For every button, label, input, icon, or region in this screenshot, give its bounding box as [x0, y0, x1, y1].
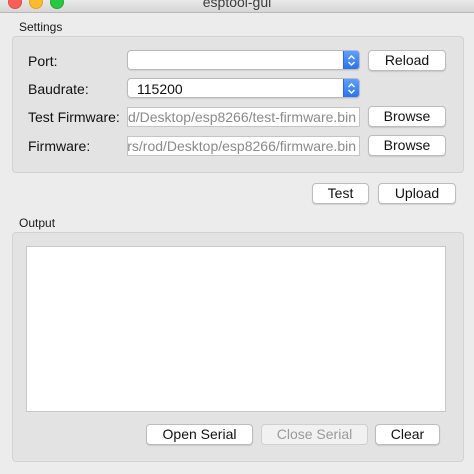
browse-firmware-button[interactable]: Browse [368, 135, 446, 156]
port-label: Port: [28, 53, 58, 69]
output-group-label: Output [19, 216, 56, 230]
baudrate-label: Baudrate: [28, 81, 89, 97]
test-firmware-label: Test Firmware: [28, 109, 120, 125]
close-serial-button[interactable]: Close Serial [261, 424, 368, 445]
firmware-label: Firmware: [28, 138, 91, 154]
open-serial-button[interactable]: Open Serial [146, 424, 253, 445]
reload-button[interactable]: Reload [368, 50, 446, 71]
output-log[interactable] [26, 246, 446, 412]
browse-test-firmware-button[interactable]: Browse [368, 106, 446, 127]
test-button[interactable]: Test [312, 183, 369, 204]
firmware-path-field[interactable]: /Users/rod/Desktop/esp8266/firmware.bin [127, 136, 360, 156]
up-down-chevron-icon [348, 55, 355, 66]
test-firmware-path-field[interactable]: /Users/rod/Desktop/esp8266/test-firmware… [127, 107, 360, 127]
window-title: esptool-gui [202, 0, 272, 10]
test-firmware-path-value: /Users/rod/Desktop/esp8266/test-firmware… [127, 109, 356, 125]
clear-button[interactable]: Clear [375, 424, 440, 445]
upload-button[interactable]: Upload [378, 183, 456, 204]
baudrate-select-stepper[interactable] [343, 79, 359, 97]
baudrate-select[interactable]: 115200 [127, 78, 360, 98]
port-select[interactable] [127, 50, 360, 70]
settings-group-label: Settings [19, 20, 63, 34]
port-select-stepper[interactable] [343, 51, 359, 69]
title-bar: esptool-gui [0, 0, 474, 13]
up-down-chevron-icon [348, 83, 355, 94]
baudrate-select-value: 115200 [137, 81, 183, 97]
firmware-path-value: /Users/rod/Desktop/esp8266/firmware.bin [127, 138, 356, 154]
